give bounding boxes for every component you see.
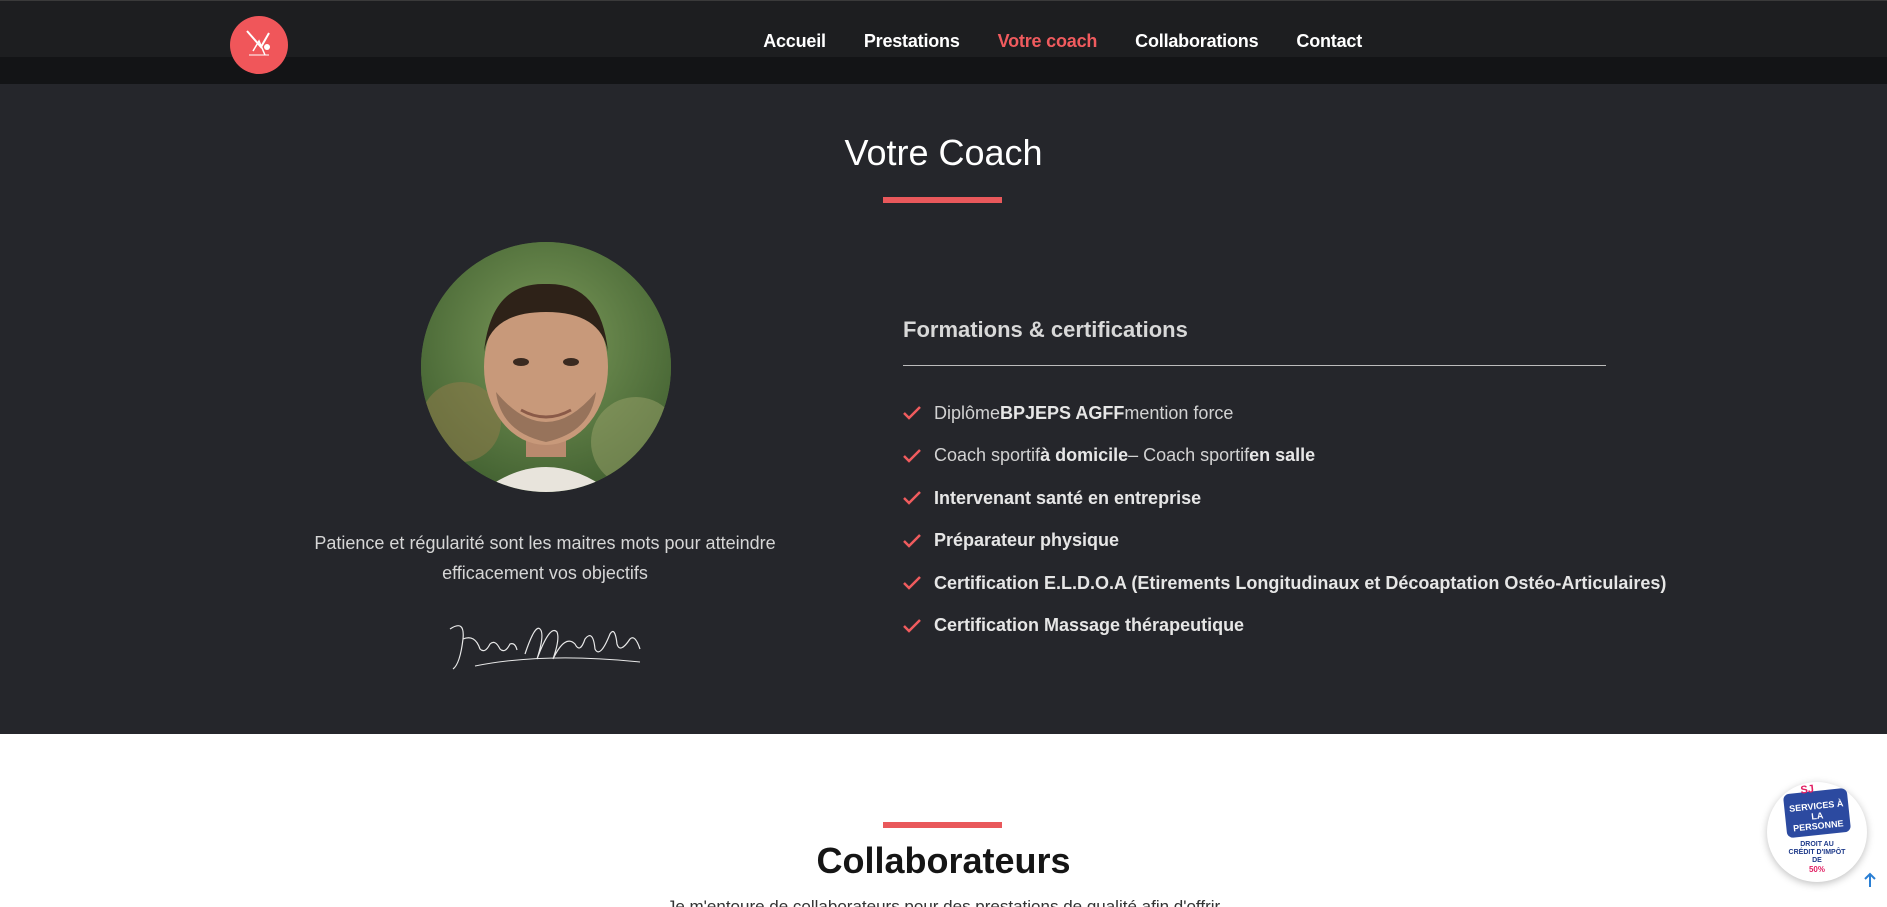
nav-accueil[interactable]: Accueil xyxy=(763,31,826,52)
item-text-bold: BPJEPS AGFF xyxy=(1000,402,1125,423)
scroll-top-arrow-icon[interactable] xyxy=(1862,872,1878,888)
item-text-bold: Préparateur physique xyxy=(934,530,1120,551)
nav-prestations[interactable]: Prestations xyxy=(864,31,960,52)
item-text-bold: Certification E.L.D.O.A (Etirements Long… xyxy=(934,572,1667,593)
item-text-bold: Intervenant santé en entreprise xyxy=(934,487,1202,508)
formations-list: Diplôme BPJEPS AGFF mention force Coach … xyxy=(903,392,1666,647)
badge-sj: SJ xyxy=(1799,782,1815,797)
badge-text: DROIT AU CRÉDIT D'IMPÔT DE xyxy=(1788,840,1846,864)
signature-image xyxy=(449,625,641,670)
check-icon xyxy=(903,448,921,463)
badge-percentage: 50% xyxy=(1808,864,1825,874)
check-icon xyxy=(903,491,921,506)
check-icon xyxy=(903,618,921,633)
site-logo[interactable] xyxy=(230,16,288,74)
nav-contact[interactable]: Contact xyxy=(1296,31,1362,52)
logo-icon xyxy=(246,30,270,56)
coach-section-title: Votre Coach xyxy=(844,132,1043,173)
coach-portrait xyxy=(421,242,671,492)
item-text-post: mention force xyxy=(1124,402,1234,423)
item-text-pre: Coach sportif xyxy=(934,445,1041,466)
nav-collaborations[interactable]: Collaborations xyxy=(1135,31,1258,52)
item-text-bold: Certification Massage thérapeutique xyxy=(934,615,1245,636)
badge-shield-icon: SJ SERVICES À LA PERSONNE xyxy=(1782,782,1852,838)
services-a-la-personne-badge[interactable]: SJ SERVICES À LA PERSONNE DROIT AU CRÉDI… xyxy=(1767,782,1867,882)
list-item: Préparateur physique xyxy=(903,520,1666,563)
formations-divider xyxy=(903,365,1606,366)
header: Accueil Prestations Votre coach Collabor… xyxy=(0,0,1887,84)
list-item: Certification Massage thérapeutique xyxy=(903,605,1666,648)
list-item: Diplôme BPJEPS AGFF mention force xyxy=(903,392,1666,435)
portrait-image xyxy=(421,242,671,492)
item-text-bold2: en salle xyxy=(1249,445,1316,466)
coach-section: Votre Coach Patience et régularité sont … xyxy=(0,84,1887,734)
collab-section: Collaborateurs Je m'entoure de collabora… xyxy=(0,734,1887,907)
list-item: Intervenant santé en entreprise xyxy=(903,477,1666,520)
check-icon xyxy=(903,533,921,548)
list-item: Coach sportif à domicile – Coach sportif… xyxy=(903,435,1666,478)
item-text-bold: à domicile xyxy=(1040,445,1129,466)
collab-underline xyxy=(883,822,1002,828)
collab-title: Collaborateurs xyxy=(816,840,1071,881)
check-icon xyxy=(903,576,921,591)
coach-signature xyxy=(445,614,645,674)
title-underline xyxy=(883,197,1002,203)
formations-title: Formations & certifications xyxy=(903,317,1188,342)
item-text-mid: – Coach sportif xyxy=(1128,445,1250,466)
check-icon xyxy=(903,406,921,421)
nav-votre-coach[interactable]: Votre coach xyxy=(998,31,1098,52)
list-item: Certification E.L.D.O.A (Etirements Long… xyxy=(903,562,1666,605)
coach-quote: Patience et régularité sont les maitres … xyxy=(314,533,776,583)
item-text-pre: Diplôme xyxy=(934,402,1001,423)
main-nav: Accueil Prestations Votre coach Collabor… xyxy=(763,31,1362,52)
collab-subtitle: Je m'entoure de collaborateurs pour des … xyxy=(666,897,1221,907)
